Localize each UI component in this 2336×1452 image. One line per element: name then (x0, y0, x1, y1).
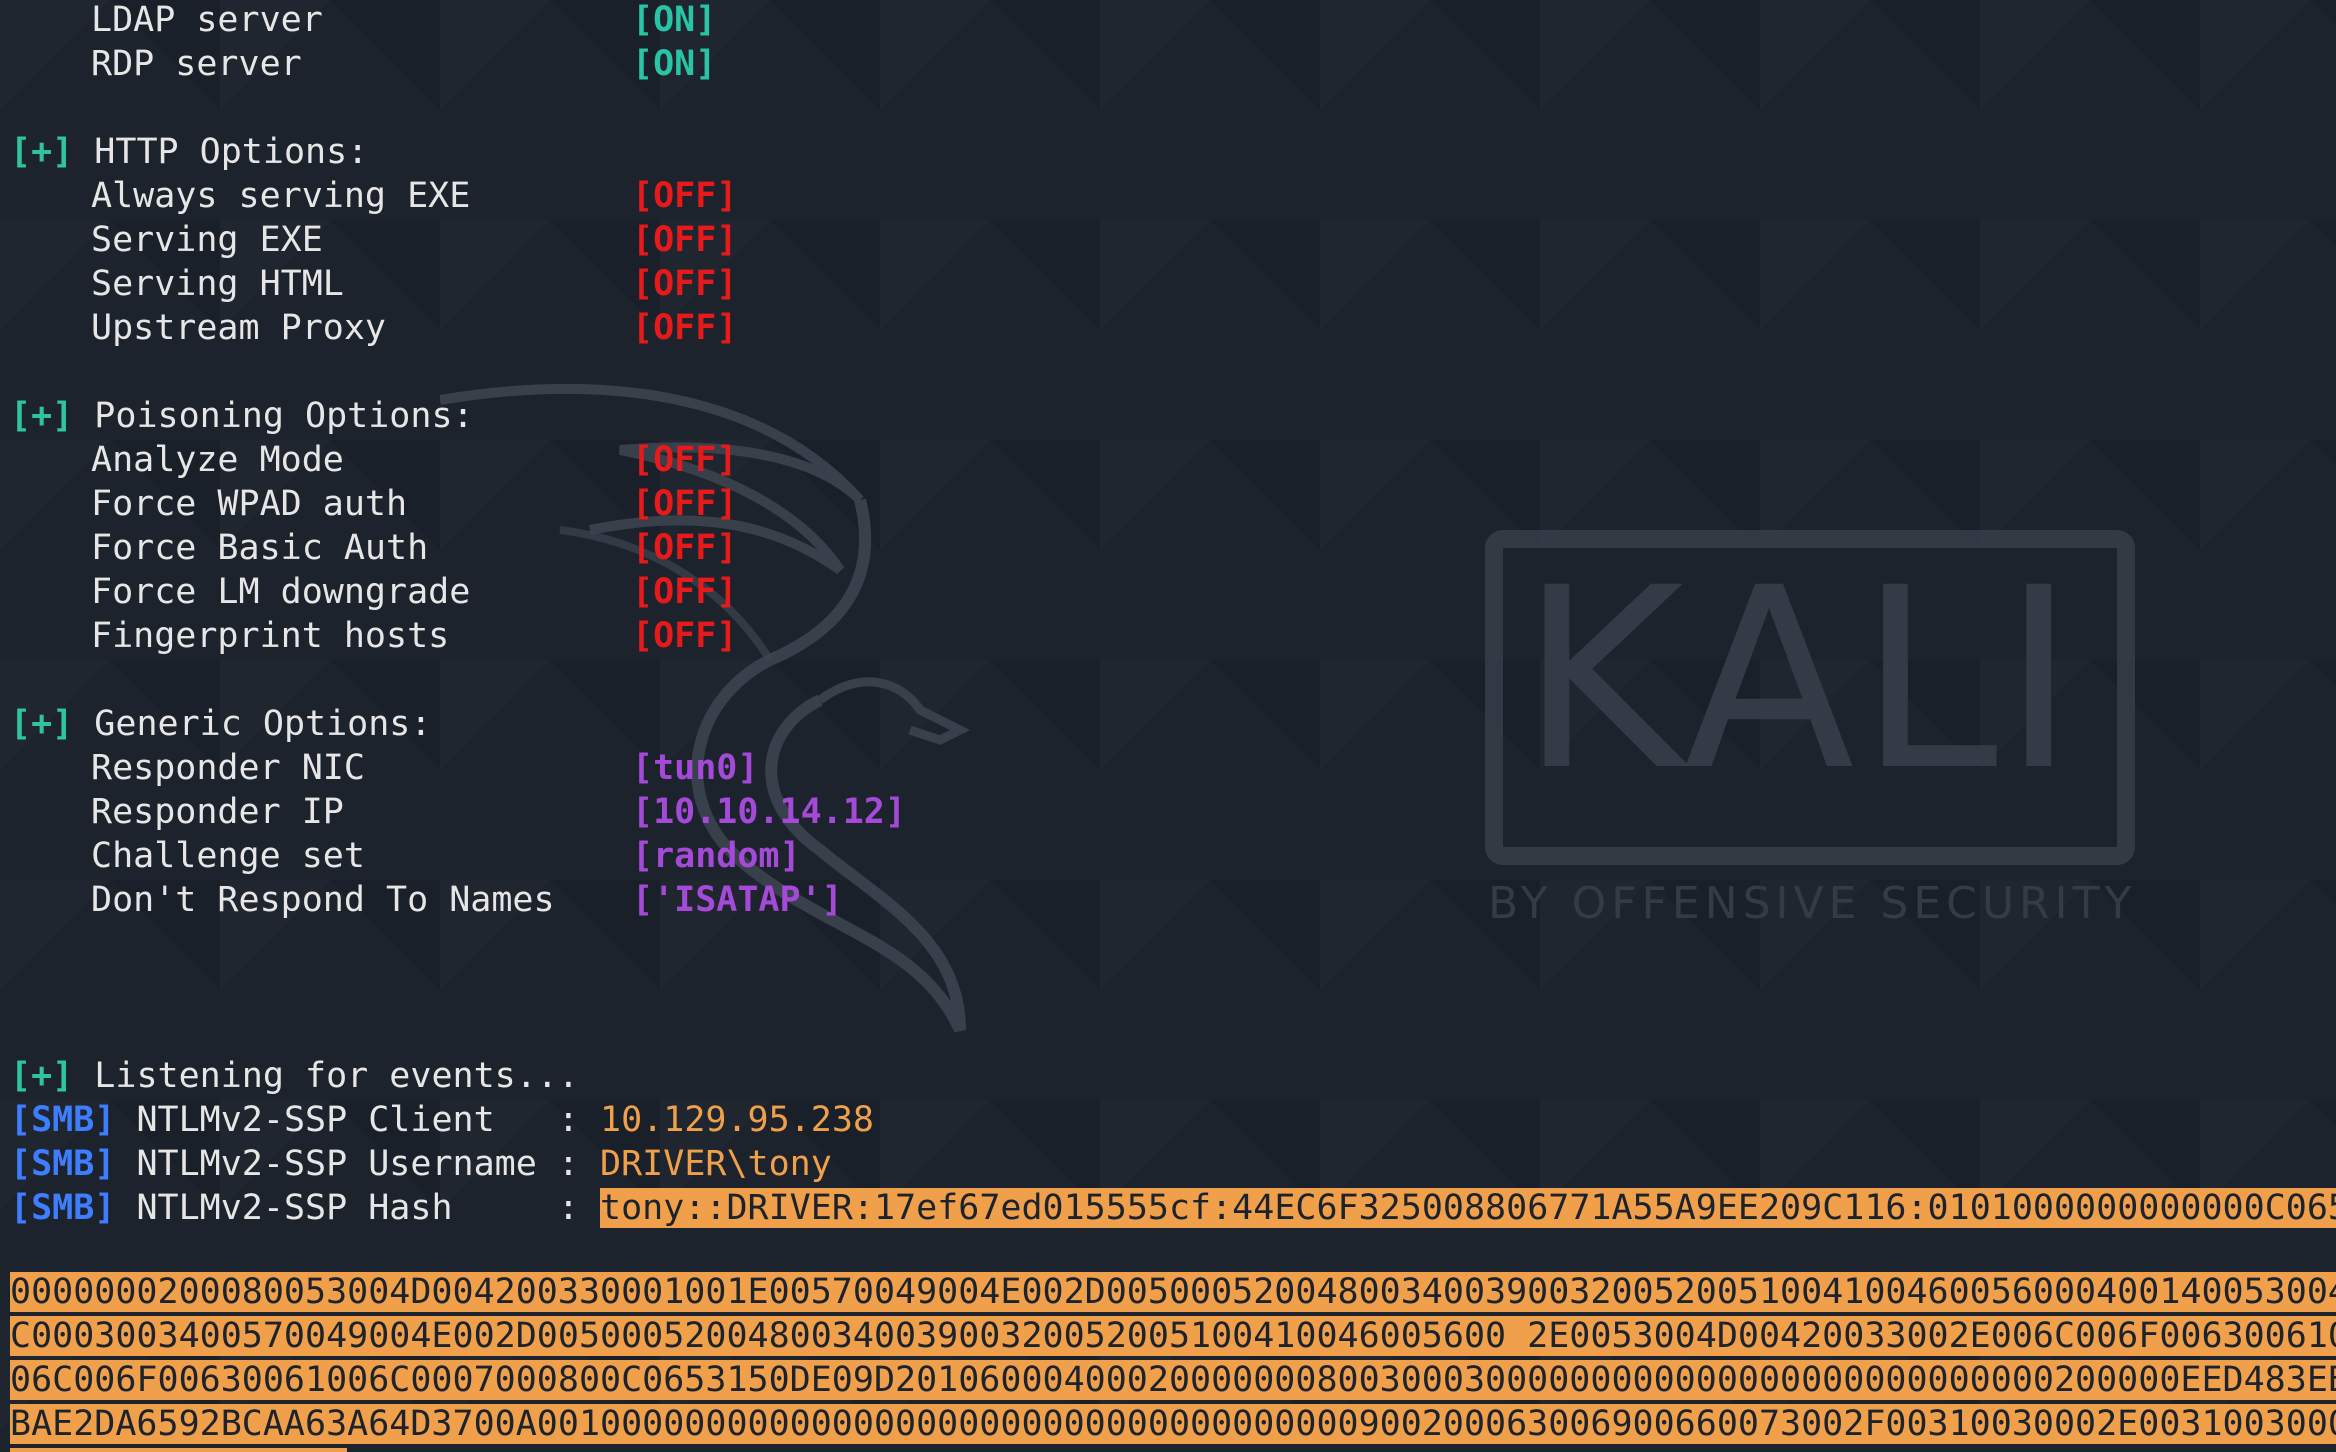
config-row: Analyze Mode [OFF] (0, 440, 2336, 484)
listening-text: Listening for events... (94, 1056, 579, 1096)
smb-event-row: [SMB] NTLMv2-SSP Hash : tony::DRIVER:17e… (0, 1188, 2336, 1232)
terminal-output: LDAP server [ON] RDP server [ON] [+] HTT… (0, 0, 2336, 1452)
config-value: [ON] (632, 0, 717, 40)
config-row: Responder NIC [tun0] (0, 748, 2336, 792)
section-header: [+] Poisoning Options: (0, 396, 2336, 440)
config-row: Challenge set [random] (0, 836, 2336, 880)
hash-line: 0000000200080053004D004200330001001E0057… (0, 1232, 2336, 1312)
smb-tag: [SMB] (10, 1144, 116, 1184)
config-row: RDP server [ON] (0, 44, 2336, 88)
config-row: Upstream Proxy [OFF] (0, 308, 2336, 352)
config-label: RDP server (91, 44, 302, 84)
config-label: Force Basic Auth (91, 528, 429, 568)
terminal-window[interactable]: KALI BY OFFENSIVE SECURITY LDAP server [… (0, 0, 2336, 1452)
section-header: [+] HTTP Options: (0, 132, 2336, 176)
selected-hash-text[interactable]: tony::DRIVER:17ef67ed015555cf:44EC6F3250… (600, 1188, 2336, 1228)
smb-event-row: [SMB] NTLMv2-SSP Client : 10.129.95.238 (0, 1100, 2336, 1144)
config-label: Upstream Proxy (91, 308, 387, 348)
config-row: Force Basic Auth [OFF] (0, 528, 2336, 572)
section-marker: [+] (10, 132, 74, 172)
smb-tag: [SMB] (10, 1188, 116, 1228)
config-value: [random] (632, 836, 801, 876)
config-row: Force WPAD auth [OFF] (0, 484, 2336, 528)
event-label: NTLMv2-SSP Hash : (136, 1188, 579, 1228)
config-value: [OFF] (632, 528, 738, 568)
config-label: Analyze Mode (91, 440, 344, 480)
config-label: Force LM downgrade (91, 572, 471, 612)
selected-hash-text[interactable]: 0000000000000000 (10, 1448, 348, 1452)
config-value: [OFF] (632, 264, 738, 304)
config-value: [OFF] (632, 176, 738, 216)
config-label: Serving HTML (91, 264, 344, 304)
config-label: Challenge set (91, 836, 365, 876)
config-value: [OFF] (632, 308, 738, 348)
config-row: Serving HTML [OFF] (0, 264, 2336, 308)
config-row: Don't Respond To Names ['ISATAP'] (0, 880, 2336, 924)
config-value: [OFF] (632, 616, 738, 656)
config-label: Serving EXE (91, 220, 323, 260)
section-marker: [+] (10, 396, 74, 436)
config-label: Fingerprint hosts (91, 616, 450, 656)
smb-event-row: [SMB] NTLMv2-SSP Username : DRIVER\tony (0, 1144, 2336, 1188)
config-value: ['ISATAP'] (632, 880, 843, 920)
config-row: Always serving EXE [OFF] (0, 176, 2336, 220)
config-label: Force WPAD auth (91, 484, 408, 524)
config-label: Always serving EXE (91, 176, 471, 216)
section-header: [+] Generic Options: (0, 704, 2336, 748)
event-label: NTLMv2-SSP Username : (136, 1144, 579, 1184)
config-value: [tun0] (632, 748, 759, 788)
section-marker: [+] (10, 1056, 74, 1096)
config-row: LDAP server [ON] (0, 0, 2336, 44)
config-value: [OFF] (632, 484, 738, 524)
section-marker: [+] (10, 704, 74, 744)
config-label: Responder IP (91, 792, 344, 832)
config-value: [OFF] (632, 440, 738, 480)
hash-line: 0000000000000000 (0, 1408, 2336, 1452)
config-label: Responder NIC (91, 748, 365, 788)
config-row: Serving EXE [OFF] (0, 220, 2336, 264)
config-label: Don't Respond To Names (91, 880, 555, 920)
hash-line: C0003003400570049004E002D005000520048003… (0, 1276, 2336, 1356)
event-value: DRIVER\tony (600, 1144, 832, 1184)
hash-line: BAE2DA6592BCAA63A64D3700A001000000000000… (0, 1364, 2336, 1444)
config-row: Force LM downgrade [OFF] (0, 572, 2336, 616)
config-value: [OFF] (632, 572, 738, 612)
config-row: Fingerprint hosts [OFF] (0, 616, 2336, 660)
config-label: LDAP server (91, 0, 323, 40)
section-title: HTTP Options: (94, 132, 369, 172)
listening-status: [+] Listening for events... (0, 1056, 2336, 1100)
config-value: [ON] (632, 44, 717, 84)
config-value: [10.10.14.12] (632, 792, 906, 832)
smb-tag: [SMB] (10, 1100, 116, 1140)
section-title: Poisoning Options: (94, 396, 474, 436)
config-value: [OFF] (632, 220, 738, 260)
event-label: NTLMv2-SSP Client : (136, 1100, 579, 1140)
event-value: 10.129.95.238 (600, 1100, 874, 1140)
config-row: Responder IP [10.10.14.12] (0, 792, 2336, 836)
section-title: Generic Options: (94, 704, 432, 744)
hash-line: 06C006F00630061006C0007000800C0653150DE0… (0, 1320, 2336, 1400)
